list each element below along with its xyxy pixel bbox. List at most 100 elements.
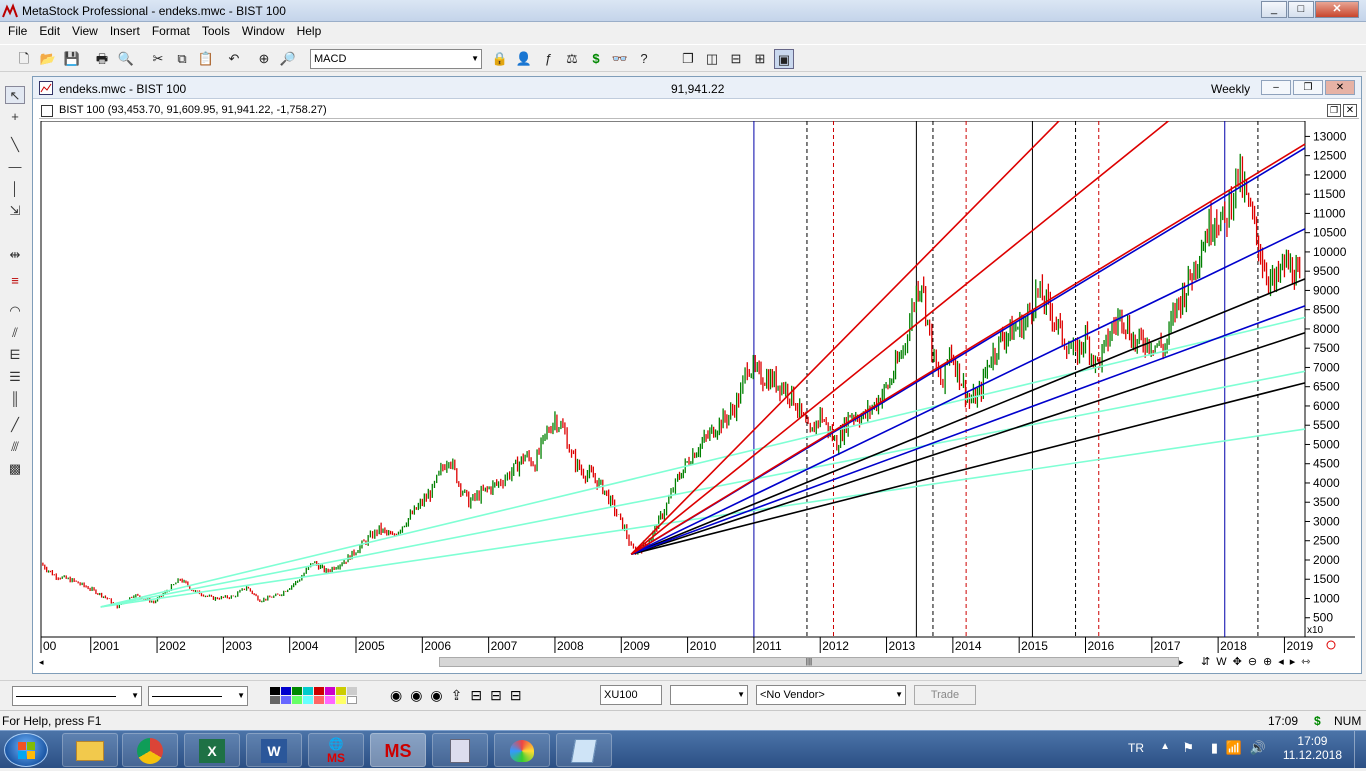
start-button[interactable] — [4, 733, 48, 767]
fibonacci-retracement-icon[interactable]: ≡ — [5, 272, 25, 290]
explorer-icon[interactable]: 👓 — [610, 49, 630, 69]
chart-nav-icons[interactable]: ⇵W✥⊖⊕◂▸⇿ — [1201, 655, 1317, 668]
clock[interactable]: 17:09 11.12.2018 — [1283, 734, 1342, 762]
vendor-select[interactable]: <No Vendor> ▼ — [756, 685, 906, 705]
horizontal-line-icon[interactable]: — — [5, 158, 25, 176]
help-icon[interactable]: ? — [634, 49, 654, 69]
chevron-down-icon: ▼ — [471, 54, 479, 63]
paste-icon[interactable]: 📋 — [196, 49, 216, 69]
chart-restore-button[interactable]: ❐ — [1293, 80, 1323, 95]
y-tick-label: 8500 — [1313, 303, 1340, 317]
menu-tools[interactable]: Tools — [196, 22, 236, 42]
line-weight-select[interactable]: ▼ — [148, 686, 248, 706]
volume-icon[interactable]: 🔊 — [1250, 740, 1266, 756]
y-tick-label: 7500 — [1313, 341, 1340, 355]
trendline-icon[interactable]: ╲ — [5, 136, 25, 154]
taskbar-word[interactable]: W — [246, 733, 302, 767]
indicator-builder-icon[interactable]: 🔒 — [490, 49, 510, 69]
close-button[interactable]: ✕ — [1315, 1, 1359, 18]
open-icon[interactable]: 📂 — [38, 49, 58, 69]
tile-vertical-icon[interactable]: ◫ — [702, 49, 722, 69]
cascade-icon[interactable]: ❐ — [678, 49, 698, 69]
folder-icon — [76, 741, 104, 762]
taskbar-paint[interactable] — [494, 733, 550, 767]
taskbar-metastock[interactable]: MS — [370, 733, 426, 767]
speed-lines-icon[interactable]: ⇹ — [5, 246, 25, 264]
line-style-select[interactable]: ▼ — [12, 686, 142, 706]
new-icon[interactable]: 🗋 — [14, 49, 34, 69]
vertical-line-icon[interactable]: │ — [5, 180, 25, 198]
x-tick-label: 2007 — [491, 639, 518, 653]
taskbar-metastock-net[interactable]: 🌐 MS — [308, 733, 364, 767]
print-preview-icon[interactable]: 🔍 — [116, 49, 136, 69]
crosshair-icon[interactable]: ⊕ — [254, 49, 274, 69]
fibonacci-fan-icon[interactable]: ⫽ — [5, 324, 25, 342]
pointer-icon[interactable]: ↖ — [5, 86, 25, 104]
menu-file[interactable]: File — [2, 22, 33, 42]
action-center-icon[interactable]: ⚑ — [1182, 740, 1194, 756]
crosshair-tool-icon[interactable]: + — [5, 108, 25, 126]
inner-restore-icon[interactable]: ❐ — [1327, 104, 1341, 117]
maximize-button[interactable]: □ — [1288, 1, 1314, 18]
chart-minimize-button[interactable]: – — [1261, 80, 1291, 95]
cycle-lines-icon[interactable]: ║ — [5, 390, 25, 408]
tile-horizontal-icon[interactable]: ⊟ — [726, 49, 746, 69]
menu-edit[interactable]: Edit — [33, 22, 66, 42]
horizontal-scrollbar[interactable]: ◂ ||| ▸ ⇵W✥⊖⊕◂▸⇿ — [39, 655, 1359, 669]
indicator-select[interactable]: MACD ▼ — [310, 49, 482, 69]
tile-icon[interactable]: ⊞ — [750, 49, 770, 69]
x-tick-label: 2009 — [623, 639, 650, 653]
print-icon[interactable]: 🖶 — [92, 49, 112, 69]
dollar-icon[interactable]: $ — [586, 49, 606, 69]
taskbar-snipping[interactable] — [556, 733, 612, 767]
scroll-left-icon[interactable]: ◂ — [39, 655, 51, 669]
taskbar-excel[interactable]: X — [184, 733, 240, 767]
gann-grid-icon[interactable]: ▩ — [5, 460, 25, 478]
trade-button[interactable]: Trade — [914, 685, 976, 705]
tray-expand-icon[interactable]: ▲ — [1160, 741, 1170, 752]
minimize-button[interactable]: _ — [1261, 1, 1287, 18]
expert-advisor-icon[interactable]: 👤 — [514, 49, 534, 69]
battery-icon[interactable]: ▮ — [1211, 740, 1218, 756]
cut-icon[interactable]: ✂ — [148, 49, 168, 69]
price-chart[interactable]: 13000 12500 12000 11500 11000 10500 10000 9500 9… — [39, 121, 1359, 653]
language-indicator[interactable]: TR — [1128, 741, 1144, 755]
line-tool-icon[interactable]: ╱ — [5, 416, 25, 434]
system-tester-icon[interactable]: ⚖ — [562, 49, 582, 69]
periodicity-label[interactable]: Weekly — [1211, 82, 1250, 96]
menu-format[interactable]: Format — [146, 22, 196, 42]
taskbar-explorer[interactable] — [62, 733, 118, 767]
show-desktop-button[interactable] — [1354, 731, 1366, 769]
menu-insert[interactable]: Insert — [104, 22, 146, 42]
scroll-thumb[interactable]: ||| — [439, 657, 1179, 667]
active-icon[interactable]: ▣ — [774, 49, 794, 69]
status-help-text: For Help, press F1 — [2, 714, 102, 728]
save-icon[interactable]: 💾 — [62, 49, 82, 69]
scroll-right-icon[interactable]: ▸ — [1179, 655, 1191, 669]
inner-close-icon[interactable]: ✕ — [1343, 104, 1357, 117]
metastock-icon: MS — [384, 741, 412, 761]
taskbar-chrome[interactable] — [122, 733, 178, 767]
taskbar-calculator[interactable] — [432, 733, 488, 767]
chart-close-button[interactable]: ✕ — [1325, 80, 1355, 95]
chart-select-box[interactable] — [41, 105, 53, 117]
menu-view[interactable]: View — [66, 22, 104, 42]
network-icon[interactable]: 📶 — [1226, 740, 1242, 756]
color-palette[interactable] — [270, 687, 357, 704]
menu-help[interactable]: Help — [291, 22, 328, 42]
gann-fan-icon[interactable]: ⫻ — [5, 438, 25, 456]
cycle-line-icon[interactable]: ⇲ — [5, 202, 25, 220]
function-icon[interactable]: ƒ — [538, 49, 558, 69]
exchange-select[interactable]: ▼ — [670, 685, 748, 705]
y-tick-label: 3000 — [1313, 514, 1340, 528]
zoom-icon[interactable]: 🔎 — [278, 49, 298, 69]
chrome-style-icons[interactable]: ◉◉◉⇪⊟⊟⊟ — [390, 687, 530, 704]
fibonacci-arcs-icon[interactable]: ◠ — [5, 302, 25, 320]
taskbar: X W 🌐 MS MS TR ▲ ⚑ ▮ 📶 🔊 17:09 11.12.2018 — [0, 730, 1366, 769]
retracement-icon[interactable]: ☰ — [5, 368, 25, 386]
menu-window[interactable]: Window — [236, 22, 291, 42]
undo-icon[interactable]: ↶ — [224, 49, 244, 69]
fibonacci-projection-icon[interactable]: ⋿ — [5, 346, 25, 364]
copy-icon[interactable]: ⧉ — [172, 49, 192, 69]
symbol-field[interactable]: XU100 — [600, 685, 662, 705]
